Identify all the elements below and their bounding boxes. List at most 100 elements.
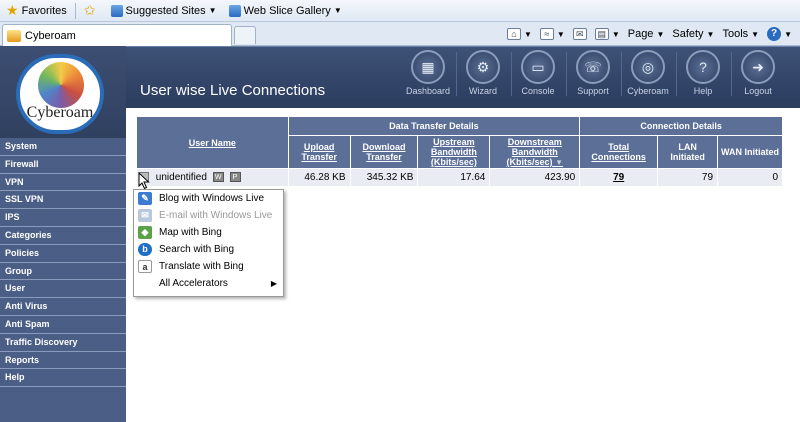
- safety-menu-label: Safety: [672, 28, 704, 40]
- sidebar-item-reports[interactable]: Reports: [0, 352, 126, 370]
- protocol-icon[interactable]: P: [229, 172, 241, 183]
- chevron-down-icon: ▼: [706, 29, 715, 39]
- downstream-value: 423.90: [489, 168, 581, 187]
- sidebar-item-ips[interactable]: IPS: [0, 209, 126, 227]
- web-slice-gallery-link[interactable]: Web Slice Gallery ▼: [223, 1, 348, 21]
- favorites-star-icon: ★: [6, 2, 19, 18]
- add-favorite-icon: ✩: [83, 2, 96, 18]
- upstream-bandwidth-header[interactable]: Upstream Bandwidth (Kbits/sec): [417, 135, 491, 169]
- web-slice-icon: [228, 4, 241, 17]
- logo-text: Cyberoam: [26, 104, 94, 121]
- page-title: User wise Live Connections: [140, 82, 326, 99]
- suggested-sites-link[interactable]: Suggested Sites ▼: [105, 1, 223, 21]
- nav-console[interactable]: ▭ Console: [512, 50, 564, 98]
- accelerator-menu: ✎ Blog with Windows Live ✉ E-mail with W…: [133, 189, 284, 297]
- print-button[interactable]: ▤ ▼: [591, 28, 624, 40]
- chevron-down-icon: ▼: [611, 29, 620, 39]
- nav-label: Cyberoam: [627, 86, 669, 96]
- downstream-bandwidth-header[interactable]: Downstream Bandwidth (Kbits/sec) ▼: [489, 135, 581, 169]
- logo-swirl-icon: [38, 62, 84, 108]
- download-value: 345.32 KB: [349, 168, 419, 187]
- add-favorite-button[interactable]: ✩: [78, 1, 105, 21]
- data-transfer-header: Data Transfer Details: [287, 116, 581, 136]
- tools-menu[interactable]: Tools ▼: [718, 28, 763, 40]
- sidebar-item-traffic-discovery[interactable]: Traffic Discovery: [0, 334, 126, 352]
- nav-logout[interactable]: ➜ Logout: [732, 50, 784, 98]
- sidebar-item-ssl-vpn[interactable]: SSL VPN: [0, 191, 126, 210]
- bing-icon: b: [138, 243, 152, 256]
- menu-item-blog[interactable]: ✎ Blog with Windows Live: [134, 190, 283, 207]
- logo: Cyberoam: [0, 46, 126, 138]
- sidebar-item-group[interactable]: Group: [0, 263, 126, 281]
- email-icon: ✉: [138, 209, 152, 222]
- chevron-down-icon: ▼: [751, 29, 760, 39]
- menu-item-label: Map with Bing: [159, 227, 222, 238]
- web-icon[interactable]: W: [212, 172, 224, 183]
- chevron-down-icon: ▼: [208, 6, 217, 15]
- favorites-button[interactable]: ★ Favorites: [0, 1, 73, 21]
- connections-table: User Name Data Transfer Details Connecti…: [136, 116, 783, 187]
- nav-label: Wizard: [468, 86, 497, 96]
- sidebar-item-firewall[interactable]: Firewall: [0, 156, 126, 174]
- user-name-header[interactable]: User Name: [136, 116, 289, 169]
- sidebar-item-vpn[interactable]: VPN: [0, 174, 126, 192]
- menu-item-email: ✉ E-mail with Windows Live: [134, 207, 283, 224]
- nav-help[interactable]: ? Help: [677, 50, 729, 98]
- sidebar-item-user[interactable]: User: [0, 280, 126, 299]
- sidebar-item-anti-virus[interactable]: Anti Virus: [0, 298, 126, 316]
- nav-wizard[interactable]: ⚙ Wizard: [457, 50, 509, 98]
- divider: [74, 2, 76, 19]
- menu-item-map[interactable]: ◆ Map with Bing: [134, 224, 283, 241]
- help-menu[interactable]: ? ▼: [763, 27, 796, 41]
- browser-tab[interactable]: Cyberoam: [2, 24, 232, 46]
- nav-label: Console: [521, 86, 555, 96]
- sidebar-item-policies[interactable]: Policies: [0, 245, 126, 263]
- menu-item-translate[interactable]: a Translate with Bing: [134, 258, 283, 275]
- tab-favicon-icon: [7, 29, 21, 42]
- feeds-button[interactable]: ≈ ▼: [536, 28, 569, 40]
- new-tab-button[interactable]: [234, 26, 256, 44]
- header-band: [126, 102, 800, 108]
- nav-label: Logout: [744, 86, 772, 96]
- nav-label: Help: [693, 86, 713, 96]
- menu-item-search[interactable]: b Search with Bing: [134, 241, 283, 258]
- total-connections-link[interactable]: 79: [579, 168, 659, 187]
- sidebar-item-anti-spam[interactable]: Anti Spam: [0, 316, 126, 334]
- safety-menu[interactable]: Safety ▼: [668, 28, 718, 40]
- support-icon: ☏: [576, 50, 610, 84]
- menu-item-label: Translate with Bing: [159, 261, 244, 272]
- tools-menu-label: Tools: [722, 28, 749, 40]
- home-button[interactable]: ⌂ ▼: [503, 28, 536, 40]
- mouse-cursor-icon: [138, 172, 150, 190]
- logo-circle: Cyberoam: [16, 54, 104, 134]
- table-row: unidentified W P 46.28 KB 345.32 KB 17.6…: [136, 168, 783, 187]
- nav-support[interactable]: ☏ Support: [567, 50, 619, 98]
- web-slice-label: Web Slice Gallery: [243, 4, 331, 17]
- wizard-icon: ⚙: [466, 50, 500, 84]
- upload-transfer-header[interactable]: Upload Transfer: [287, 135, 351, 169]
- user-name-value: unidentified: [155, 172, 207, 183]
- favorites-bar: ★ Favorites ✩ Suggested Sites ▼ Web Slic…: [0, 0, 800, 22]
- user-cell: unidentified W P: [136, 168, 289, 187]
- download-transfer-header[interactable]: Download Transfer: [349, 135, 419, 169]
- sidebar-item-system[interactable]: System: [0, 138, 126, 156]
- logo-background: Cyberoam: [0, 46, 126, 138]
- blank-icon: [138, 277, 152, 290]
- menu-item-label: Search with Bing: [159, 244, 235, 255]
- connections-table-wrap: User Name Data Transfer Details Connecti…: [136, 116, 783, 187]
- command-bar: ⌂ ▼ ≈ ▼ ✉ ▤ ▼ Page ▼ Safety ▼ Tools ▼ ? ▼: [503, 24, 796, 44]
- chevron-down-icon: ▼: [784, 29, 792, 39]
- sidebar-item-categories[interactable]: Categories: [0, 227, 126, 245]
- nav-dashboard[interactable]: ▦ Dashboard: [402, 50, 454, 98]
- mail-button[interactable]: ✉: [569, 28, 591, 40]
- chevron-down-icon: ▼: [333, 6, 342, 15]
- mail-icon: ✉: [572, 28, 587, 40]
- map-icon: ◆: [138, 226, 152, 239]
- sidebar-item-help[interactable]: Help: [0, 369, 126, 388]
- menu-item-all-accelerators[interactable]: All Accelerators ▶: [134, 275, 283, 292]
- page-menu[interactable]: Page ▼: [624, 28, 669, 40]
- sort-desc-icon: ▼: [555, 158, 563, 167]
- nav-cyberoam[interactable]: ◎ Cyberoam: [622, 50, 674, 98]
- total-connections-header[interactable]: Total Connections: [579, 135, 659, 169]
- menu-item-label: Blog with Windows Live: [159, 193, 265, 204]
